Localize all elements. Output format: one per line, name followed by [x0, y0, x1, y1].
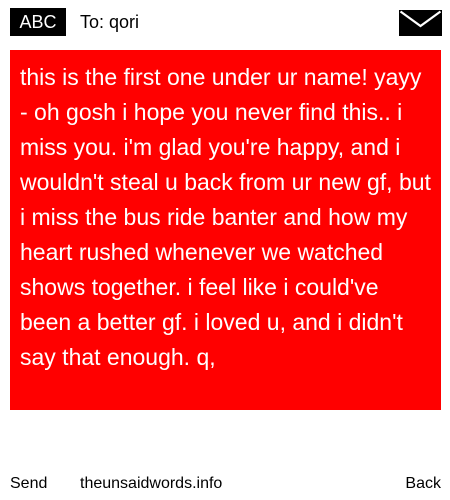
- abc-badge: ABC: [10, 8, 66, 36]
- footer-bar: Send theunsaidwords.info Back: [0, 470, 450, 498]
- envelope-icon: [399, 10, 442, 36]
- message-body: this is the first one under ur name! yay…: [20, 64, 431, 370]
- send-button[interactable]: Send: [10, 470, 47, 498]
- recipient-name: qori: [109, 12, 140, 32]
- recipient-line: To: qori: [80, 8, 139, 36]
- message-card: this is the first one under ur name! yay…: [10, 50, 441, 410]
- site-name: theunsaidwords.info: [80, 475, 223, 492]
- back-button[interactable]: Back: [405, 470, 441, 498]
- to-label: To:: [80, 12, 105, 32]
- header-bar: ABC To: qori: [0, 0, 450, 46]
